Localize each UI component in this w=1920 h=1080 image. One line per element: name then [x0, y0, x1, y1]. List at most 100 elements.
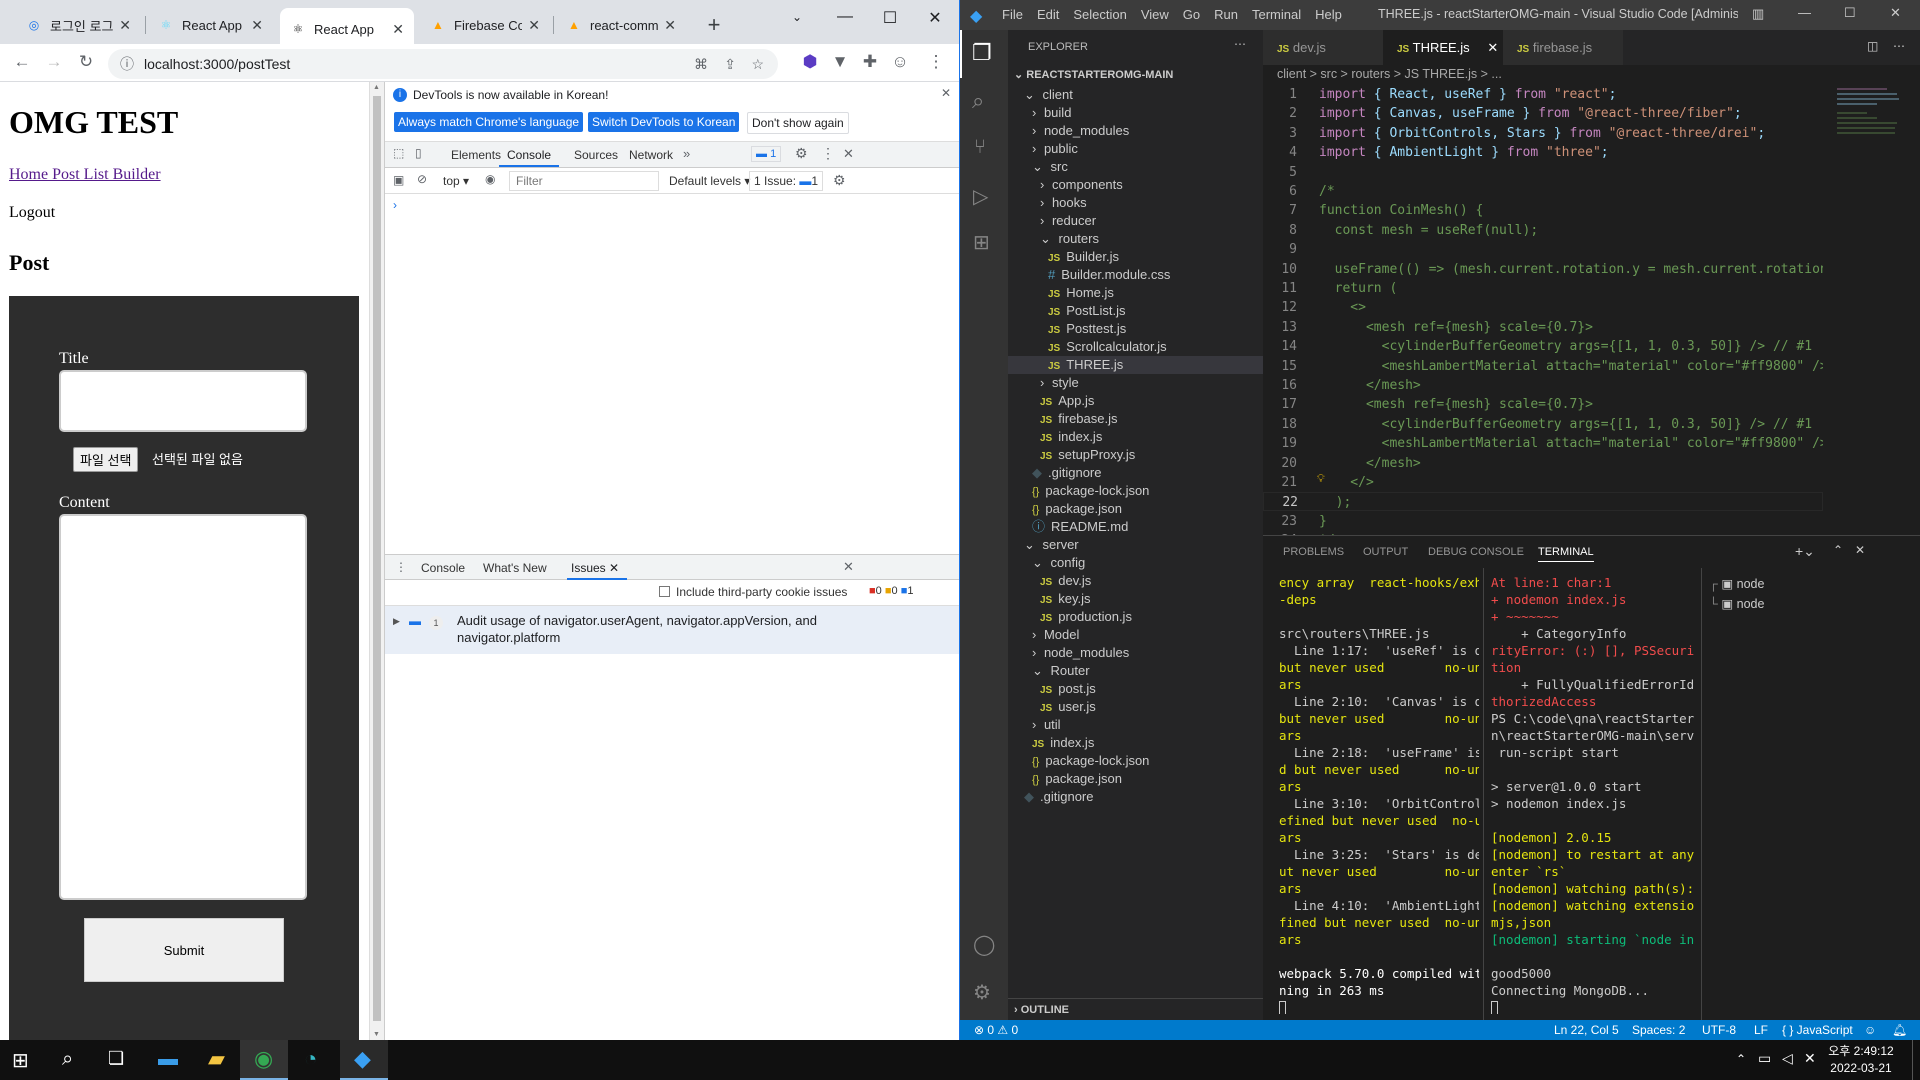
maximize-button[interactable]: ☐ — [1844, 5, 1856, 21]
manage-gear-icon[interactable]: ⚙ — [973, 980, 991, 1005]
tree-item[interactable]: JS Scrollcalculator.js — [1008, 338, 1263, 356]
code-view[interactable]: 1 import { React, useRef } from "react"; 2… — [1263, 85, 1823, 535]
tree-item[interactable]: JS index.js — [1008, 428, 1263, 446]
extension-badge-icon[interactable]: ⬢ — [798, 52, 822, 72]
tree-item[interactable]: › public — [1008, 140, 1263, 158]
sidebar-toggle-icon[interactable]: ▣ — [393, 173, 404, 187]
code-line[interactable]: 2 import { Canvas, useFrame } from "@reac… — [1263, 104, 1823, 123]
tree-item[interactable]: JS THREE.js — [1008, 356, 1263, 374]
vscode-app-icon[interactable]: ◆ — [354, 1046, 371, 1072]
clock[interactable]: 오후 2:49:12 2022-03-21 — [1826, 1043, 1896, 1077]
tree-item[interactable]: JS index.js — [1008, 734, 1263, 752]
close-devtools-icon[interactable]: ✕ — [843, 146, 854, 162]
console-filter-input[interactable]: Filter — [509, 171, 659, 191]
tree-item[interactable]: # Builder.module.css — [1008, 266, 1263, 284]
tree-item[interactable]: ◆ .gitignore — [1008, 788, 1263, 806]
code-line[interactable]: 14 <cylinderBufferGeometry args={[1, 1, … — [1263, 337, 1823, 356]
console-prompt-icon[interactable]: › — [393, 198, 397, 212]
panel-tab-debug-console[interactable]: DEBUG CONSOLE — [1428, 546, 1524, 558]
extensions-icon[interactable]: ⊞ — [973, 230, 990, 255]
tree-item[interactable]: {} package-lock.json — [1008, 752, 1263, 770]
info-icon[interactable]: ⓘ — [120, 54, 134, 74]
code-line[interactable]: 19 <meshLambertMaterial attach="material… — [1263, 434, 1823, 453]
code-line[interactable]: 11 return ( — [1263, 279, 1823, 298]
layout-icon[interactable]: ▥ — [1752, 6, 1764, 22]
windows-start-icon[interactable]: ⊞ — [12, 1048, 29, 1073]
tree-item[interactable]: JS App.js — [1008, 392, 1263, 410]
tree-item[interactable]: ⌄ server — [1008, 536, 1263, 554]
indentation-status[interactable]: Spaces: 2 — [1632, 1023, 1685, 1037]
close-drawer-icon[interactable]: ✕ — [843, 559, 854, 575]
chrome-app-icon[interactable]: ◉ — [254, 1046, 273, 1072]
tab-login[interactable]: ◎ 로그인 로그아 ✕ — [16, 8, 141, 42]
tree-item[interactable]: › node_modules — [1008, 122, 1263, 140]
extensions-puzzle-icon[interactable]: ✚ — [858, 52, 882, 72]
tab-firebase[interactable]: ▲ Firebase Con ✕ — [420, 8, 550, 42]
eye-icon[interactable]: ◉ — [485, 172, 495, 186]
terminal-instance[interactable]: ┌ ▣ node — [1709, 574, 1764, 594]
forward-icon[interactable]: → — [42, 52, 66, 72]
submit-button[interactable]: Submit — [84, 918, 284, 982]
search-icon[interactable]: ⌕ — [972, 88, 984, 114]
run-debug-icon[interactable]: ▷ — [973, 184, 988, 209]
tab-elements[interactable]: Elements — [451, 148, 501, 162]
minimize-button[interactable]: — — [825, 8, 865, 26]
tree-item[interactable]: JS post.js — [1008, 680, 1263, 698]
tree-item[interactable]: JS PostList.js — [1008, 302, 1263, 320]
share-icon[interactable]: ⇪ — [724, 56, 736, 73]
volume-icon[interactable]: ◁ — [1782, 1050, 1793, 1067]
drawer-tab-whats-new[interactable]: What's New — [483, 561, 547, 575]
issues-badge[interactable]: ▬ 1 — [751, 146, 782, 162]
panel-tab-output[interactable]: OUTPUT — [1363, 546, 1408, 558]
window-close-button[interactable]: ✕ — [915, 8, 955, 28]
translate-icon[interactable]: ⌘ — [694, 56, 708, 73]
tree-item[interactable]: JS Home.js — [1008, 284, 1263, 302]
issues-link[interactable]: 1 Issue: ▬1 — [749, 171, 824, 191]
close-icon[interactable]: ✕ — [1487, 40, 1498, 55]
show-desktop-button[interactable] — [1912, 1040, 1920, 1080]
editor-tab-firebase[interactable]: JS firebase.js — [1503, 30, 1623, 65]
explorer-icon[interactable]: ❐ — [972, 40, 992, 66]
minimap[interactable] — [1837, 85, 1907, 205]
tab-sources[interactable]: Sources — [574, 148, 618, 162]
maximize-button[interactable]: ☐ — [870, 8, 910, 28]
encoding-status[interactable]: UTF-8 — [1702, 1023, 1736, 1037]
code-line[interactable]: 13 <mesh ref={mesh} scale={0.7}> — [1263, 318, 1823, 337]
tab-console[interactable]: Console — [507, 148, 551, 162]
settings-gear-icon[interactable]: ⚙ — [795, 145, 808, 162]
tree-item[interactable]: › hooks — [1008, 194, 1263, 212]
menu-view[interactable]: View — [1141, 7, 1169, 22]
vuejs-devtools-icon[interactable]: ▼ — [828, 52, 852, 72]
title-input[interactable] — [59, 370, 307, 432]
match-language-button[interactable]: Always match Chrome's language — [394, 112, 584, 132]
content-textarea[interactable] — [59, 514, 307, 900]
breadcrumb[interactable]: client > src > routers > JS THREE.js > .… — [1277, 67, 1502, 81]
minimize-button[interactable]: — — [1798, 5, 1811, 20]
tree-item[interactable]: JS user.js — [1008, 698, 1263, 716]
code-line[interactable]: 8 const mesh = useRef(null); — [1263, 221, 1823, 240]
code-line[interactable]: 15 <meshLambertMaterial attach="material… — [1263, 357, 1823, 376]
task-view-icon[interactable]: ❏ — [108, 1048, 124, 1069]
eol-status[interactable]: LF — [1754, 1023, 1768, 1037]
menu-selection[interactable]: Selection — [1073, 7, 1126, 22]
console-settings-icon[interactable]: ⚙ — [833, 172, 846, 189]
issue-row[interactable]: ▶ ▬ 1 Audit usage of navigator.userAgent… — [385, 606, 959, 654]
code-line[interactable]: 12 <> — [1263, 298, 1823, 317]
new-terminal-icon[interactable]: +⌄ — [1795, 543, 1815, 560]
editor-tab-dev[interactable]: JS dev.js — [1263, 30, 1383, 65]
inspect-icon[interactable]: ⬚ — [393, 146, 404, 160]
tree-item[interactable]: ⌄ config — [1008, 554, 1263, 572]
close-panel-icon[interactable]: ✕ — [1855, 543, 1865, 557]
drawer-tab-console[interactable]: Console — [421, 561, 465, 575]
menu-edit[interactable]: Edit — [1037, 7, 1059, 22]
network-icon[interactable]: ▭ — [1758, 1050, 1771, 1067]
tree-item[interactable]: JS setupProxy.js — [1008, 446, 1263, 464]
menu-go[interactable]: Go — [1183, 7, 1200, 22]
explorer-more-icon[interactable]: ⋯ — [1234, 37, 1246, 51]
close-icon[interactable]: ✕ — [119, 17, 131, 34]
maximize-panel-icon[interactable]: ⌃ — [1833, 543, 1843, 557]
device-toolbar-icon[interactable]: ▯ — [415, 146, 422, 160]
logout-link[interactable]: Logout — [9, 204, 55, 222]
tree-item[interactable]: {} package-lock.json — [1008, 482, 1263, 500]
problems-status[interactable]: ⊗ 0 ⚠ 0 — [974, 1023, 1018, 1037]
